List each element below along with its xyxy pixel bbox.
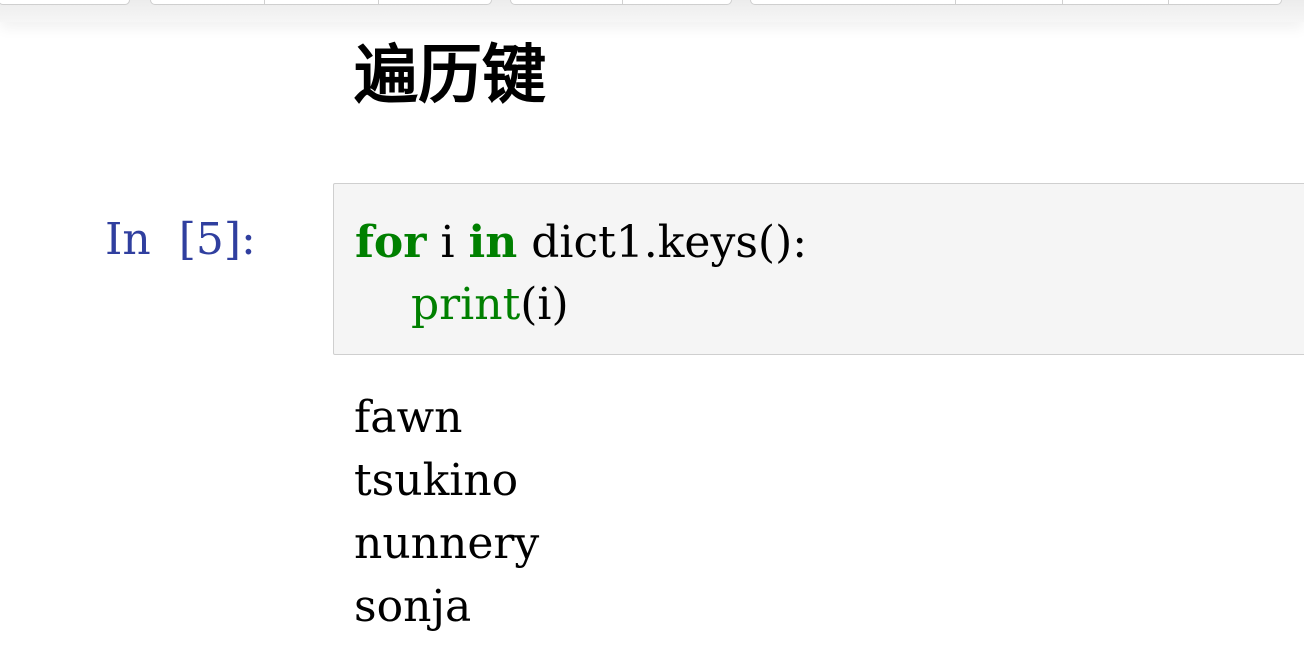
code-token: dict1.keys():	[517, 217, 808, 268]
output-line: sonja	[354, 581, 472, 632]
code-cell-input[interactable]: for i in dict1.keys(): print(i)	[333, 183, 1304, 355]
toolbar-divider	[622, 0, 623, 4]
toolbar-divider	[1168, 0, 1169, 4]
toolbar-button-group[interactable]	[510, 0, 732, 5]
output-line: nunnery	[354, 518, 540, 569]
toolbar-button-group[interactable]	[0, 0, 130, 5]
output-line: fawn	[354, 392, 463, 443]
toolbar-button-group[interactable]	[150, 0, 492, 5]
cell-output: fawn tsukino nunnery sonja	[354, 386, 539, 638]
toolbar-cell-type-select[interactable]	[750, 0, 1282, 5]
keyword-in: in	[468, 217, 518, 268]
notebook-toolbar	[0, 0, 1304, 22]
code-token: i	[426, 217, 469, 268]
code-token: (i)	[520, 279, 569, 330]
output-line: tsukino	[354, 455, 519, 506]
markdown-heading: 遍历键	[354, 39, 546, 113]
toolbar-divider	[264, 0, 265, 4]
code-editor[interactable]: for i in dict1.keys(): print(i)	[355, 212, 807, 336]
keyword-for: for	[355, 217, 427, 268]
builtin-print: print	[410, 279, 521, 330]
toolbar-divider	[378, 0, 379, 4]
toolbar-divider	[1062, 0, 1063, 4]
input-prompt: In [5]:	[105, 214, 256, 265]
toolbar-divider	[955, 0, 956, 4]
